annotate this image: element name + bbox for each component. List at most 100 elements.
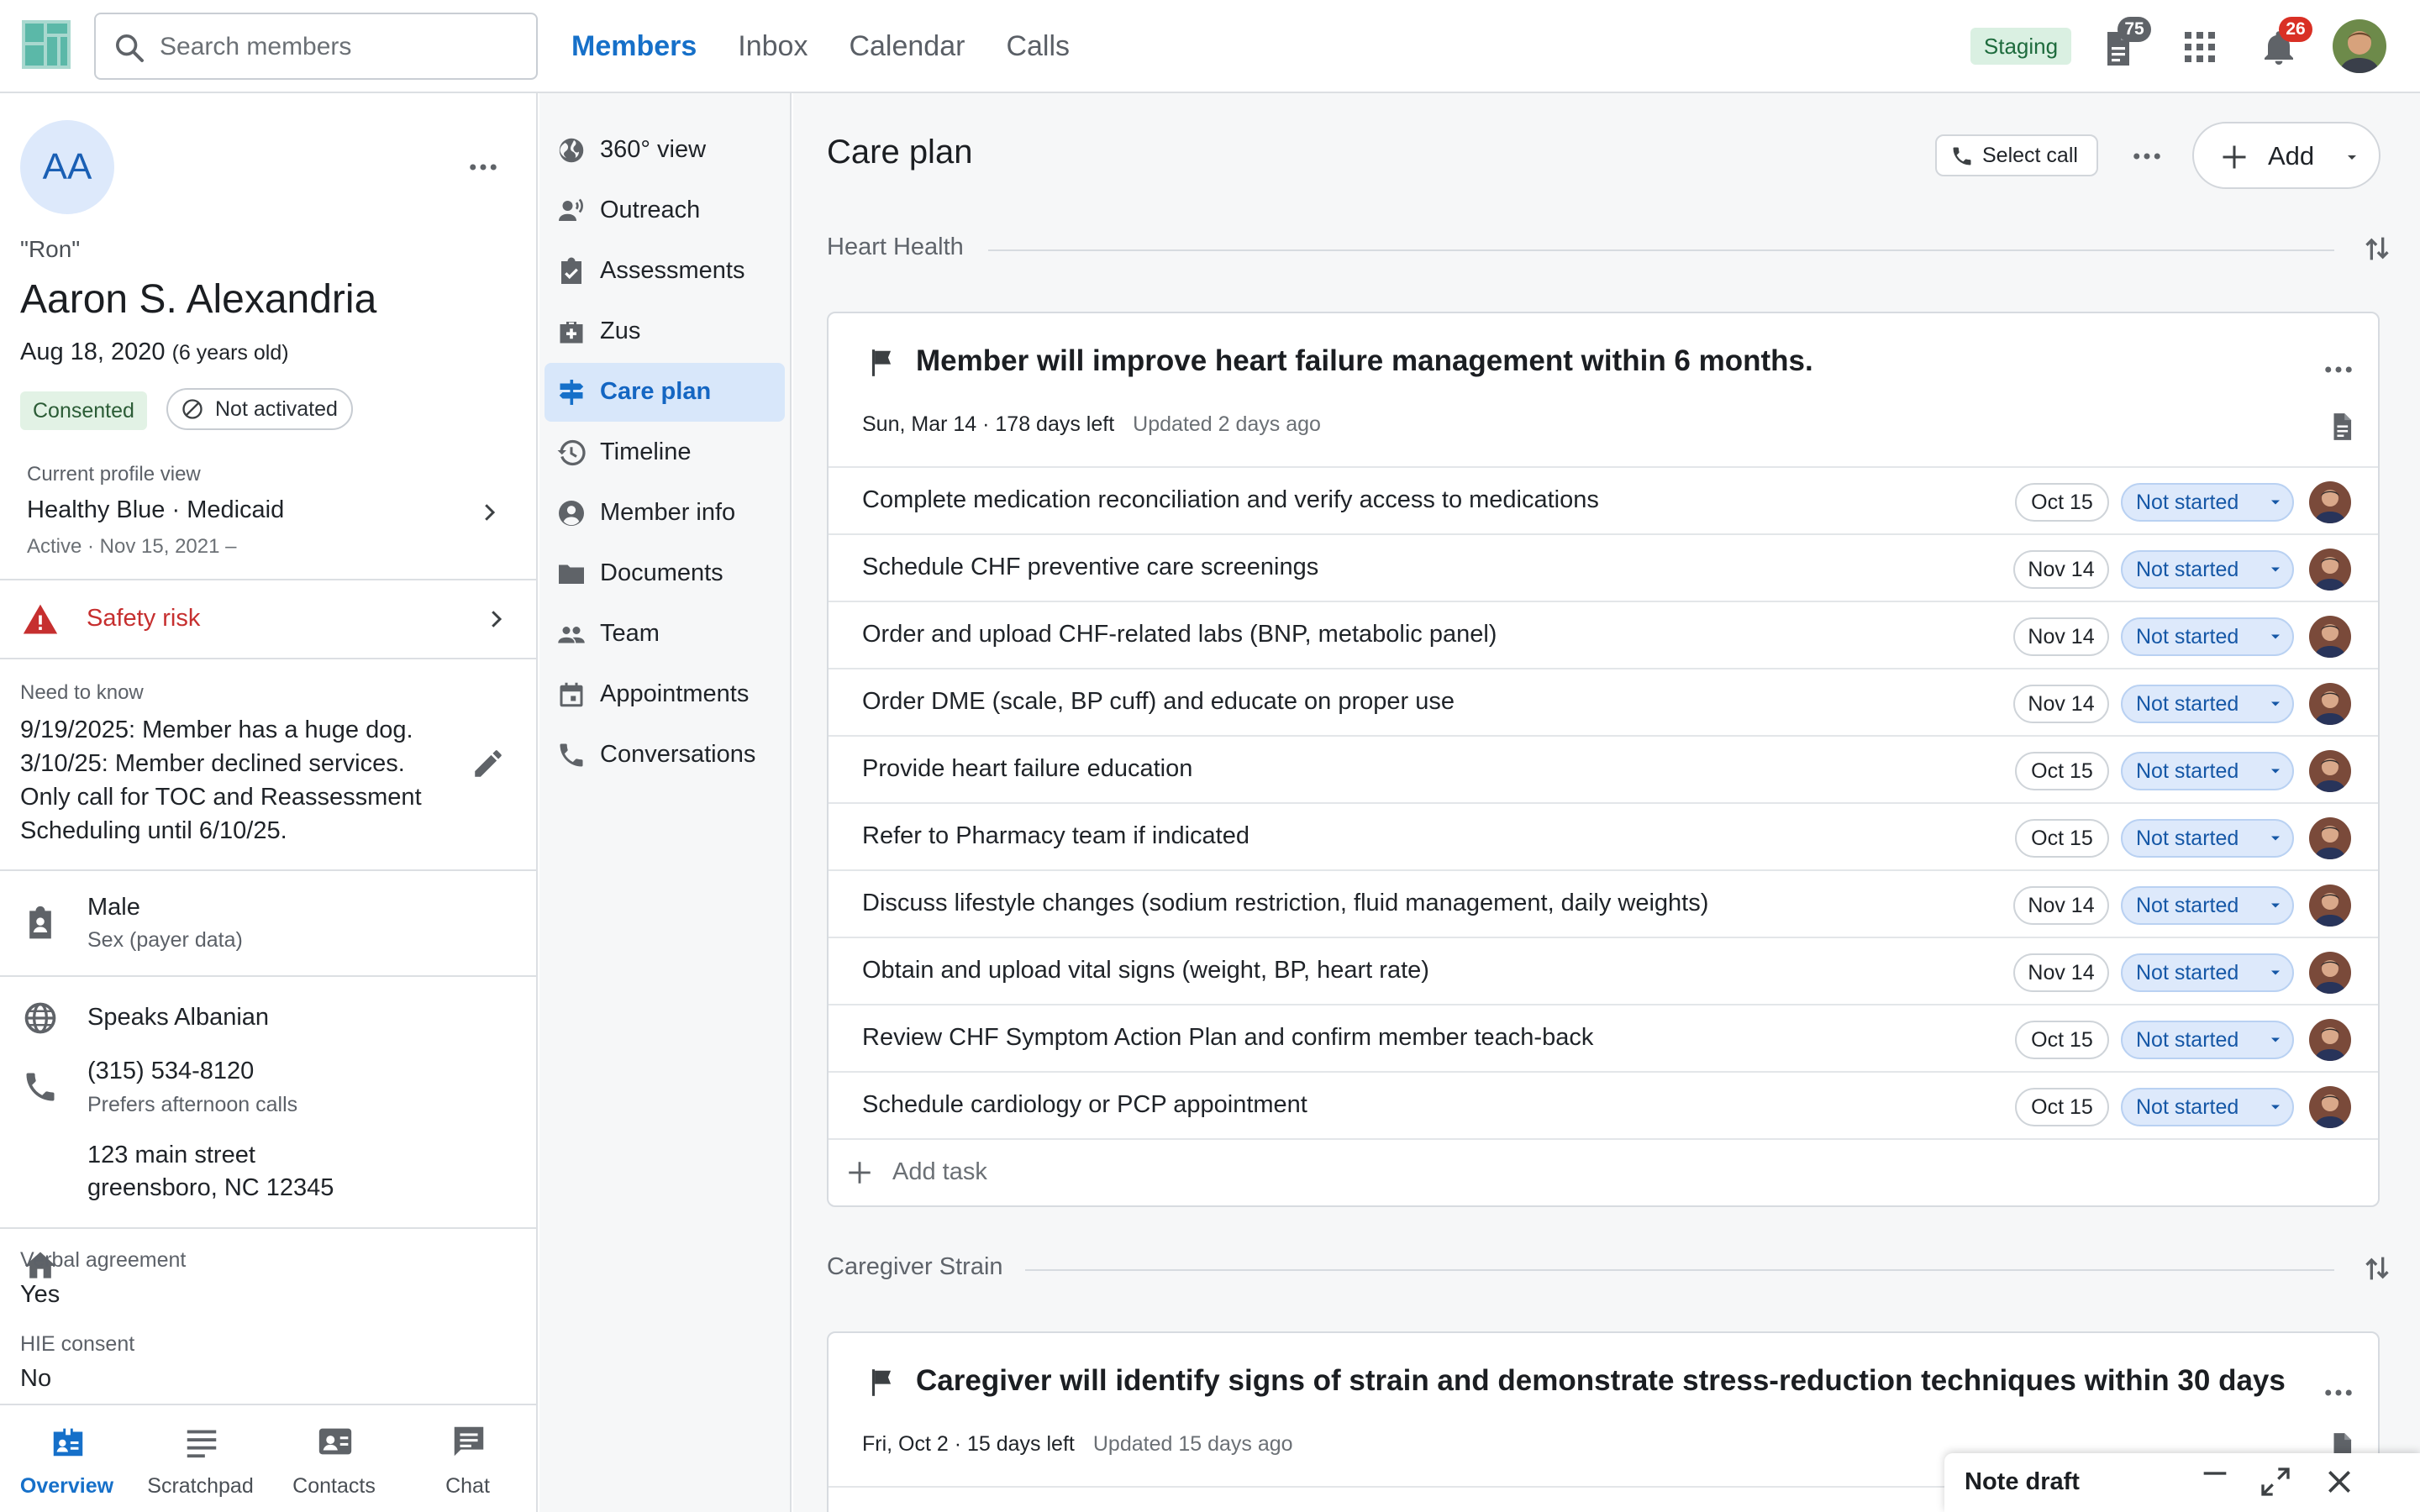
add-button-label: Add [2268,141,2315,171]
assignee-avatar[interactable] [2309,1019,2351,1061]
task-due-date[interactable]: Oct 15 [2015,819,2109,858]
document-icon[interactable] [2326,411,2358,443]
apps-grid-icon[interactable] [2180,27,2220,67]
task-row[interactable]: Schedule CHF preventive care screenings N… [829,535,2378,602]
sort-icon[interactable] [2360,1252,2394,1285]
search-input[interactable] [160,26,521,68]
task-row[interactable]: Provide heart failure education Oct 15 Not… [829,737,2378,804]
assignee-photo-icon [2309,481,2351,523]
subnav-outreach[interactable]: Outreach [544,181,785,240]
more-options-icon[interactable] [466,150,501,185]
task-due-date[interactable]: Nov 14 [2013,886,2109,925]
member-search[interactable] [94,13,538,80]
task-title[interactable]: Review CHF Symptom Action Plan and confi… [862,1024,1593,1052]
task-due-date[interactable]: Nov 14 [2013,953,2109,992]
task-title[interactable]: Provide heart failure education [862,755,1192,783]
task-status-dropdown[interactable]: Not started [2121,1088,2294,1126]
task-row[interactable]: Order and upload CHF-related labs (BNP, … [829,602,2378,669]
sort-icon[interactable] [2360,232,2394,265]
minimize-icon[interactable] [2198,1465,2232,1499]
task-title[interactable]: Order DME (scale, BP cuff) and educate o… [862,688,1455,716]
nav-calls[interactable]: Calls [1006,0,1070,93]
subnav-care-plan[interactable]: Care plan [544,363,785,422]
subnav-label: Conversations [600,741,756,768]
task-status-dropdown[interactable]: Not started [2121,953,2294,992]
subnav-assessments[interactable]: Assessments [544,242,785,301]
nav-members[interactable]: Members [571,0,697,93]
subnav-team[interactable]: Team [544,605,785,664]
assignee-avatar[interactable] [2309,549,2351,591]
member-phone[interactable]: (315) 534-8120 [87,1058,254,1085]
assignee-avatar[interactable] [2309,885,2351,927]
user-avatar[interactable] [2333,19,2386,73]
add-task-button[interactable]: Add task [829,1140,2378,1205]
edit-icon[interactable] [471,746,506,781]
more-options-icon[interactable] [2321,1375,2356,1410]
task-status-dropdown[interactable]: Not started [2121,886,2294,925]
task-status-dropdown[interactable]: Not started [2121,685,2294,723]
task-status-dropdown[interactable]: Not started [2121,1021,2294,1059]
task-title[interactable]: Complete medication reconciliation and v… [862,486,1599,514]
assignee-avatar[interactable] [2309,1086,2351,1128]
goal-title[interactable]: Caregiver will identify signs of strain … [916,1364,2286,1398]
subnav-360-view[interactable]: 360° view [544,121,785,180]
assignee-avatar[interactable] [2309,616,2351,658]
subnav-timeline[interactable]: Timeline [544,423,785,482]
not-activated-badge[interactable]: Not activated [166,388,353,430]
add-button[interactable]: Add [2192,122,2381,189]
task-status-dropdown[interactable]: Not started [2121,752,2294,790]
task-title[interactable]: Schedule cardiology or PCP appointment [862,1091,1307,1119]
task-due-date[interactable]: Oct 15 [2015,752,2109,790]
task-title[interactable]: Discuss lifestyle changes (sodium restri… [862,890,1708,917]
task-title[interactable]: Refer to Pharmacy team if indicated [862,822,1249,850]
more-options-icon[interactable] [2321,352,2356,387]
task-status-dropdown[interactable]: Not started [2121,483,2294,522]
nav-calendar[interactable]: Calendar [849,0,965,93]
task-status-dropdown[interactable]: Not started [2121,617,2294,656]
assignee-avatar[interactable] [2309,481,2351,523]
tab-overview[interactable]: Overview [0,1405,134,1512]
task-row[interactable]: Refer to Pharmacy team if indicated Oct 1… [829,804,2378,871]
assignee-avatar[interactable] [2309,952,2351,994]
assignee-avatar[interactable] [2309,683,2351,725]
task-due-date[interactable]: Nov 14 [2013,550,2109,589]
task-title[interactable]: Order and upload CHF-related labs (BNP, … [862,621,1497,648]
task-due-date[interactable]: Oct 15 [2015,1021,2109,1059]
tab-chat[interactable]: Chat [401,1405,534,1512]
task-due-date[interactable]: Nov 14 [2013,617,2109,656]
subnav-conversations[interactable]: Conversations [544,726,785,785]
task-row[interactable]: Review CHF Symptom Action Plan and confi… [829,1005,2378,1073]
task-row[interactable]: Discuss lifestyle changes (sodium restri… [829,871,2378,938]
app-logo-icon[interactable] [22,20,71,69]
task-due-date[interactable]: Oct 15 [2015,1088,2109,1126]
subnav-appointments[interactable]: Appointments [544,665,785,724]
task-row[interactable]: Order DME (scale, BP cuff) and educate o… [829,669,2378,737]
tab-contacts[interactable]: Contacts [267,1405,401,1512]
more-options-icon[interactable] [2129,139,2165,174]
subnav-member-info[interactable]: Member info [544,484,785,543]
close-icon[interactable] [2323,1465,2356,1499]
goal-title[interactable]: Member will improve heart failure manage… [916,344,1813,378]
assignee-avatar[interactable] [2309,750,2351,792]
task-due-date[interactable]: Nov 14 [2013,685,2109,723]
subnav-documents[interactable]: Documents [544,544,785,603]
select-call-button[interactable]: Select call [1935,134,2098,176]
task-row[interactable]: Obtain and upload vital signs (weight, B… [829,938,2378,1005]
safety-risk-row[interactable]: Safety risk [0,580,536,658]
note-draft-panel[interactable]: Note draft [1944,1453,2420,1512]
nav-inbox[interactable]: Inbox [738,0,808,93]
task-row[interactable]: Complete medication reconciliation and v… [829,468,2378,535]
current-profile-view[interactable]: Current profile view Healthy Blue · Medi… [0,446,536,580]
calendar-icon [560,682,583,707]
task-title[interactable]: Obtain and upload vital signs (weight, B… [862,957,1429,984]
tab-scratchpad[interactable]: Scratchpad [134,1405,267,1512]
task-status-dropdown[interactable]: Not started [2121,550,2294,589]
expand-icon[interactable] [2259,1465,2292,1499]
task-due-date[interactable]: Oct 15 [2015,483,2109,522]
task-status-dropdown[interactable]: Not started [2121,819,2294,858]
assignee-avatar[interactable] [2309,817,2351,859]
task-title[interactable]: Schedule CHF preventive care screenings [862,554,1318,581]
subnav-zus[interactable]: Zus [544,302,785,361]
task-row[interactable]: Schedule cardiology or PCP appointment Oc… [829,1073,2378,1140]
task-status-label: Not started [2136,961,2239,984]
